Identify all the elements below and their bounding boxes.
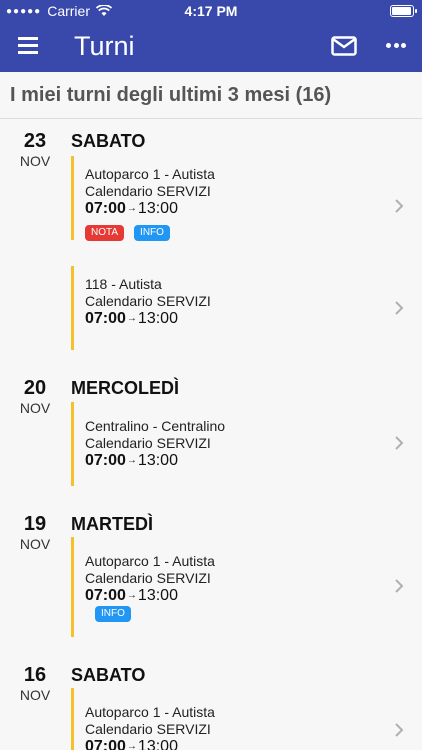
shift-color-bar <box>71 156 74 240</box>
shift-color-bar <box>71 688 74 750</box>
day-name: SABATO <box>71 131 146 151</box>
chevron-right-icon <box>395 301 404 315</box>
shift-end: 13:00 <box>137 738 178 750</box>
shift-calendar: Calendario SERVIZI <box>85 183 211 199</box>
app-title: Turni <box>74 31 135 61</box>
shift-start: 07:00 <box>85 452 126 469</box>
mail-icon[interactable] <box>331 36 357 56</box>
day-number: 19 <box>23 513 47 535</box>
shift-item[interactable]: Autoparco 1 - Autista Calendario SERVIZI… <box>71 688 422 750</box>
battery-icon <box>390 5 417 17</box>
shift-time: 07:00→13:00 <box>85 200 178 218</box>
shift-item[interactable]: Autoparco 1 - Autista Calendario SERVIZI… <box>71 537 422 637</box>
shift-calendar: Calendario SERVIZI <box>85 293 211 309</box>
arrow-icon: → <box>126 455 137 467</box>
shift-calendar: Calendario SERVIZI <box>85 570 211 586</box>
arrow-icon: → <box>126 590 137 602</box>
arrow-icon: → <box>126 313 137 325</box>
day-number: 20 <box>23 377 47 399</box>
shift-time: 07:00→13:00 <box>85 738 178 750</box>
day-number: 16 <box>23 664 47 686</box>
shift-end: 13:00 <box>137 587 178 604</box>
battery-fill <box>392 7 411 15</box>
status-bar: ●●●●● Carrier 4:17 PM <box>0 0 422 22</box>
nota-badge[interactable]: NOTA <box>85 225 125 241</box>
shift-color-bar <box>71 402 74 486</box>
shift-badges: INFO <box>95 606 131 622</box>
app-bar: Turni <box>0 22 422 72</box>
day-number: 23 <box>23 130 47 152</box>
shift-place: Autoparco 1 - Autista <box>85 553 215 569</box>
shift-start: 07:00 <box>85 310 126 327</box>
day-name: SABATO <box>71 665 146 685</box>
shift-badges: NOTA INFO <box>85 225 170 241</box>
day-name: MERCOLEDÌ <box>71 378 179 398</box>
shift-time: 07:00→13:00 <box>85 587 178 605</box>
info-badge[interactable]: INFO <box>95 606 131 622</box>
section-title: I miei turni degli ultimi 3 mesi (16) <box>10 84 332 106</box>
shift-calendar: Calendario SERVIZI <box>85 435 211 451</box>
day-month: NOV <box>19 687 51 703</box>
info-badge[interactable]: INFO <box>134 225 170 241</box>
chevron-right-icon <box>395 436 404 450</box>
status-time: 4:17 PM <box>184 3 238 19</box>
shift-time: 07:00→13:00 <box>85 310 178 328</box>
shift-start: 07:00 <box>85 738 126 750</box>
shift-time: 07:00→13:00 <box>85 452 178 470</box>
shift-item[interactable]: Centralino - Centralino Calendario SERVI… <box>71 402 422 486</box>
day-month: NOV <box>19 400 51 416</box>
chevron-right-icon <box>395 723 404 737</box>
shift-end: 13:00 <box>137 200 178 217</box>
chevron-right-icon <box>395 199 404 213</box>
more-icon[interactable] <box>386 43 406 49</box>
shift-place: Centralino - Centralino <box>85 418 226 434</box>
arrow-icon: → <box>126 203 137 215</box>
shift-color-bar <box>71 266 74 350</box>
shift-end: 13:00 <box>137 310 178 327</box>
shift-start: 07:00 <box>85 200 126 217</box>
arrow-icon: → <box>126 741 137 750</box>
day-month: NOV <box>19 153 51 169</box>
shift-color-bar <box>71 537 74 637</box>
shift-place: Autoparco 1 - Autista <box>85 704 215 720</box>
day-month: NOV <box>19 536 51 552</box>
divider <box>0 118 422 119</box>
shift-calendar: Calendario SERVIZI <box>85 721 211 737</box>
shift-place: Autoparco 1 - Autista <box>85 166 215 182</box>
shift-end: 13:00 <box>137 452 178 469</box>
shift-start: 07:00 <box>85 587 126 604</box>
shift-item[interactable]: 118 - Autista Calendario SERVIZI 07:00→1… <box>71 266 422 350</box>
day-name: MARTEDÌ <box>71 514 153 534</box>
shift-item[interactable]: Autoparco 1 - Autista Calendario SERVIZI… <box>71 156 422 241</box>
menu-icon[interactable] <box>18 37 38 55</box>
chevron-right-icon <box>395 579 404 593</box>
shift-place: 118 - Autista <box>85 276 162 292</box>
